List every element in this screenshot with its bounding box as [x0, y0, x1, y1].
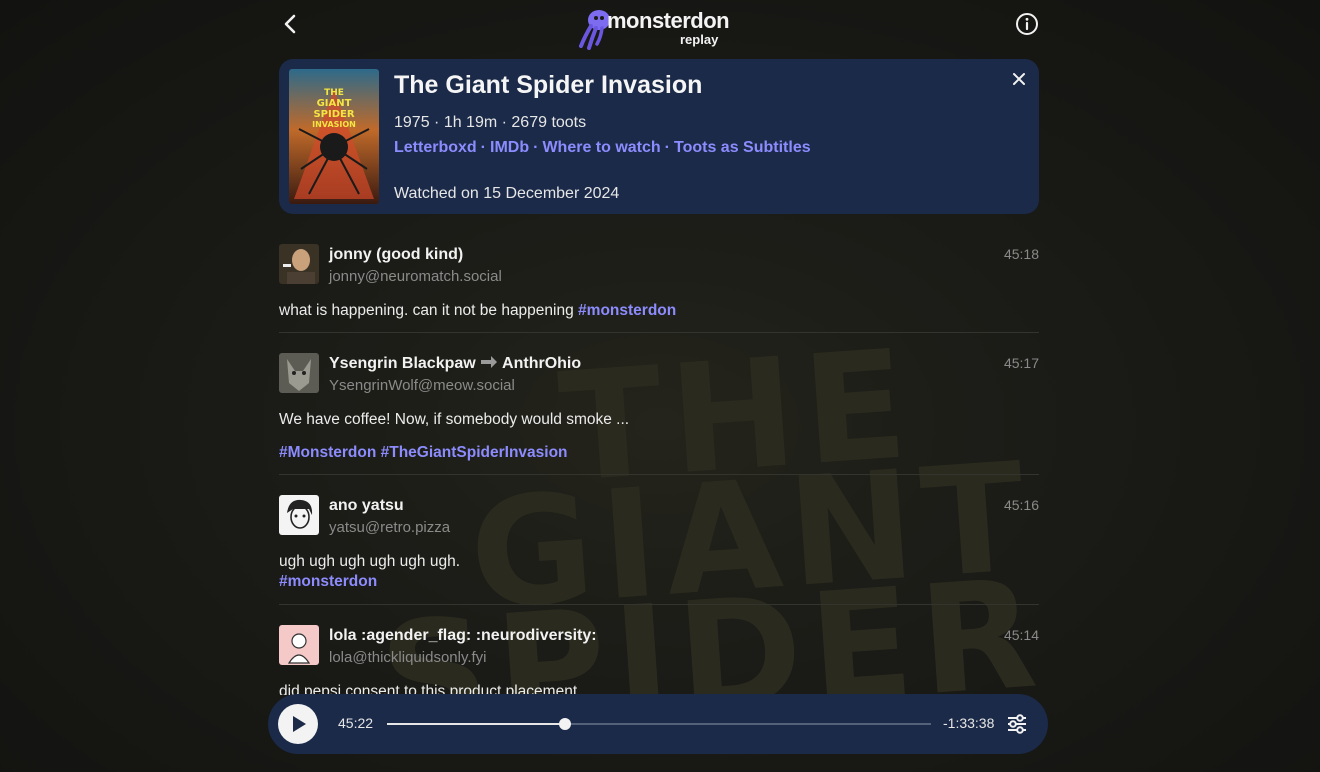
- toot-author-handle[interactable]: yatsu@retro.pizza: [329, 519, 450, 536]
- remaining-time: -1:33:38: [943, 715, 995, 731]
- toot-author-name[interactable]: Ysengrin Blackpaw AnthrOhio: [329, 355, 581, 373]
- toot-author-name[interactable]: jonny (good kind): [329, 246, 463, 264]
- logo-text: monsterdon: [607, 8, 730, 33]
- toot-hashtags: #Monsterdon #TheGiantSpiderInvasion: [279, 442, 568, 463]
- watched-date: Watched on 15 December 2024: [394, 185, 620, 202]
- toot-author-handle[interactable]: jonny@neuromatch.social: [329, 268, 502, 285]
- toot-timestamp[interactable]: 45:16: [1004, 497, 1039, 513]
- movie-meta: 1975 · 1h 19m · 2679 toots: [394, 114, 587, 131]
- toot-item: Ysengrin Blackpaw AnthrOhio YsengrinWolf…: [279, 353, 1039, 465]
- info-icon[interactable]: [1015, 12, 1039, 36]
- where-to-watch-link[interactable]: Where to watch: [542, 139, 660, 156]
- avatar[interactable]: [279, 625, 319, 665]
- svg-text:INVASION: INVASION: [312, 120, 356, 129]
- back-arrow-icon[interactable]: [279, 12, 303, 36]
- movie-poster: THE GIANT SPIDER INVASION: [289, 69, 379, 204]
- toot-item: jonny (good kind) jonny@neuromatch.socia…: [279, 244, 1039, 324]
- toot-author-handle[interactable]: YsengrinWolf@meow.social: [329, 377, 515, 394]
- monsterdon-logo[interactable]: monsterdon replay: [579, 6, 730, 50]
- movie-title: The Giant Spider Invasion: [394, 71, 703, 99]
- hashtag-link[interactable]: #Monsterdon #TheGiantSpiderInvasion: [279, 444, 568, 461]
- toot-text: ugh ugh ugh ugh ugh ugh.: [279, 553, 461, 570]
- toot-item: lola :agender_flag: :neurodiversity: lol…: [279, 625, 1039, 695]
- toots-as-subtitles-link[interactable]: Toots as Subtitles: [674, 139, 811, 156]
- toot-timestamp[interactable]: 45:18: [1004, 246, 1039, 262]
- close-icon[interactable]: [1011, 71, 1027, 87]
- toot-text: We have coffee! Now, if somebody would s…: [279, 411, 630, 428]
- elapsed-time: 45:22: [338, 715, 374, 731]
- svg-text:THE: THE: [324, 88, 344, 98]
- movie-links: Letterboxd · IMDb · Where to watch · Toots as …: [394, 139, 811, 156]
- play-button[interactable]: [278, 704, 318, 744]
- toot-author-name[interactable]: ano yatsu: [329, 497, 404, 515]
- imdb-link[interactable]: IMDb: [490, 139, 529, 156]
- divider: [279, 332, 1039, 333]
- seek-progress: [387, 723, 565, 725]
- top-bar: monsterdon replay: [279, 0, 1039, 52]
- toot-item: ano yatsu yatsu@retro.pizza 45:16 ugh ug…: [279, 495, 1039, 595]
- letterboxd-link[interactable]: Letterboxd: [394, 139, 477, 156]
- divider: [279, 604, 1039, 605]
- toot-author-handle[interactable]: lola@thickliquidsonly.fyi: [329, 649, 487, 666]
- seek-slider[interactable]: [387, 718, 931, 730]
- movie-info-card: THE GIANT SPIDER INVASION The Giant Spid…: [279, 59, 1039, 214]
- play-icon: [293, 716, 306, 732]
- toot-timestamp[interactable]: 45:14: [1004, 627, 1039, 643]
- soon-arrow-icon: [481, 356, 498, 368]
- seek-thumb[interactable]: [558, 718, 571, 730]
- divider: [279, 474, 1039, 475]
- settings-sliders-icon[interactable]: [1006, 713, 1028, 735]
- logo-subtext: replay: [680, 32, 719, 47]
- svg-text:GIANT: GIANT: [317, 98, 352, 109]
- toot-hashtags: #monsterdon: [279, 571, 377, 592]
- toot-text: what is happening. can it not be happeni…: [279, 302, 677, 319]
- avatar[interactable]: [279, 353, 319, 393]
- toot-author-name[interactable]: lola :agender_flag: :neurodiversity:: [329, 627, 597, 645]
- svg-text:SPIDER: SPIDER: [313, 109, 354, 120]
- hashtag-link[interactable]: #monsterdon: [578, 302, 676, 319]
- toot-text: did pepsi consent to this product placem…: [279, 683, 578, 695]
- toot-timestamp[interactable]: 45:17: [1004, 355, 1039, 371]
- playback-bar: 45:22 -1:33:38: [268, 694, 1048, 754]
- hashtag-link[interactable]: #monsterdon: [279, 573, 377, 590]
- avatar[interactable]: [279, 495, 319, 535]
- avatar[interactable]: [279, 244, 319, 284]
